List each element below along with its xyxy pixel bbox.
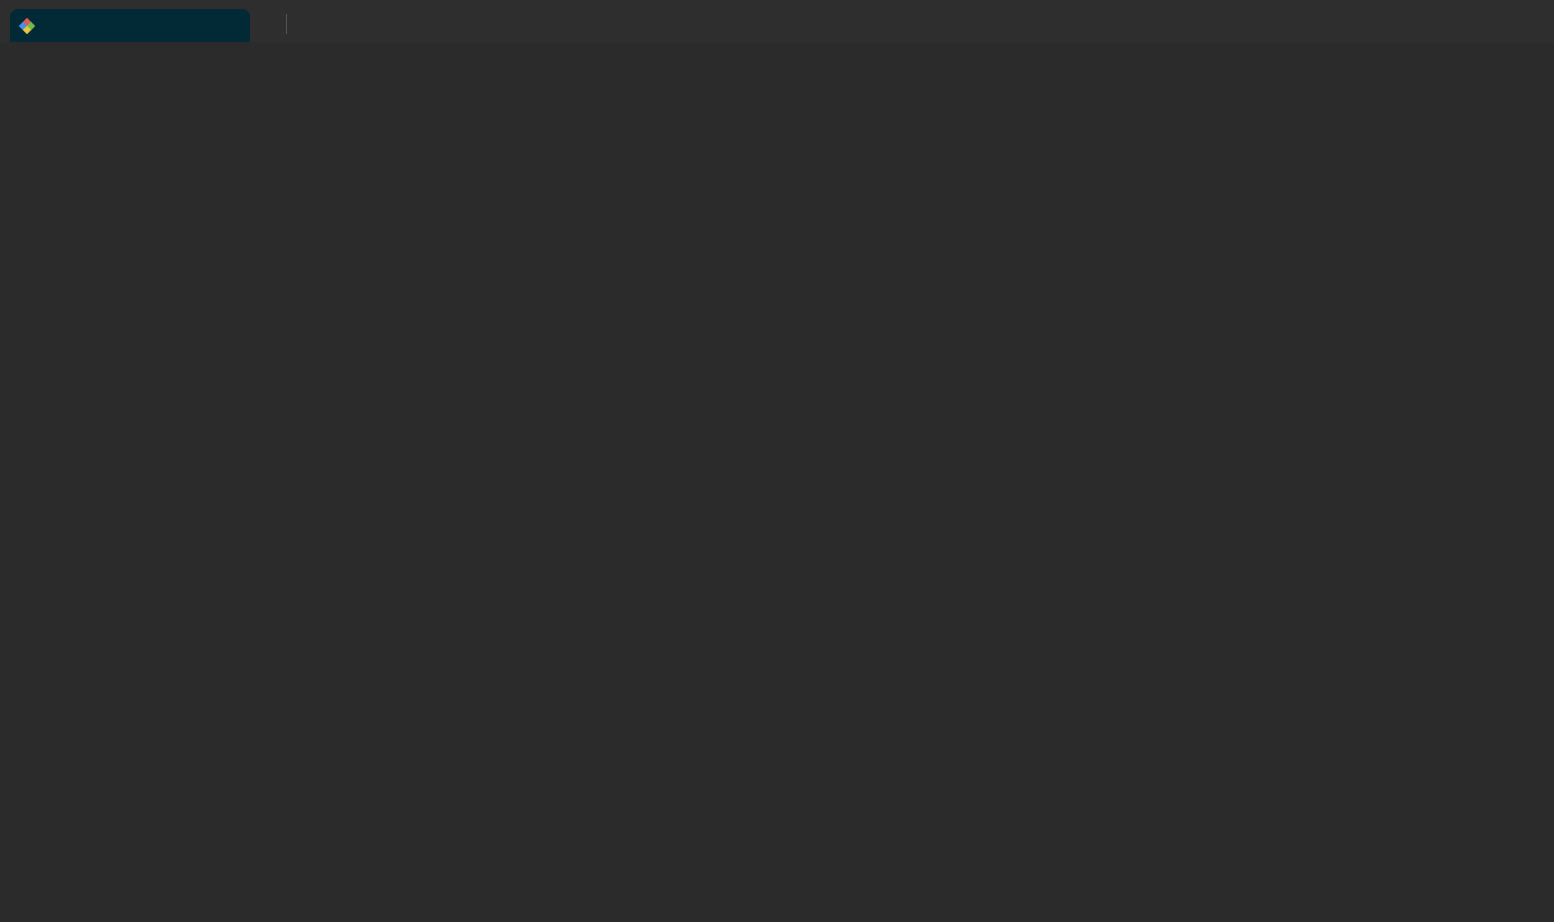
- title-bar: [0, 0, 1554, 42]
- tab-separator: [286, 14, 287, 34]
- terminal-app-icon: [19, 18, 35, 34]
- tab-mvs1[interactable]: [10, 9, 250, 42]
